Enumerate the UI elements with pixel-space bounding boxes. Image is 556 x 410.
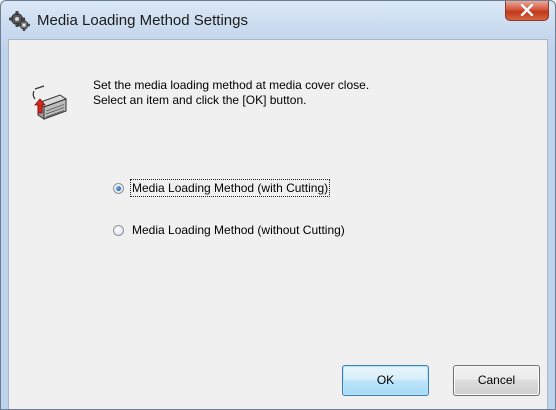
radio-label-without-cutting[interactable]: Media Loading Method (without Cutting) xyxy=(132,223,345,237)
radio-with-cutting[interactable]: Media Loading Method (with Cutting) xyxy=(113,179,331,197)
cancel-button[interactable]: Cancel xyxy=(453,365,540,396)
instruction-line-1: Set the media loading method at media co… xyxy=(93,78,370,92)
ok-button[interactable]: OK xyxy=(342,365,429,396)
window-title: Media Loading Method Settings xyxy=(37,12,248,29)
radio-label-with-cutting[interactable]: Media Loading Method (with Cutting) xyxy=(129,179,331,197)
radio-button-checked[interactable] xyxy=(113,182,124,194)
close-button[interactable] xyxy=(505,1,549,21)
title-bar[interactable]: Media Loading Method Settings xyxy=(1,1,555,39)
gear-cog-icon xyxy=(9,10,31,32)
media-loading-icon xyxy=(32,85,68,123)
dialog-content: Set the media loading method at media co… xyxy=(8,39,548,409)
instruction-line-2: Select an item and click the [OK] button… xyxy=(93,93,307,107)
dialog-window: Media Loading Method Settings Set the me… xyxy=(0,0,556,410)
instruction-text: Set the media loading method at media co… xyxy=(93,78,369,108)
radio-button-unchecked[interactable] xyxy=(113,224,124,236)
radio-without-cutting[interactable]: Media Loading Method (without Cutting) xyxy=(113,221,345,239)
